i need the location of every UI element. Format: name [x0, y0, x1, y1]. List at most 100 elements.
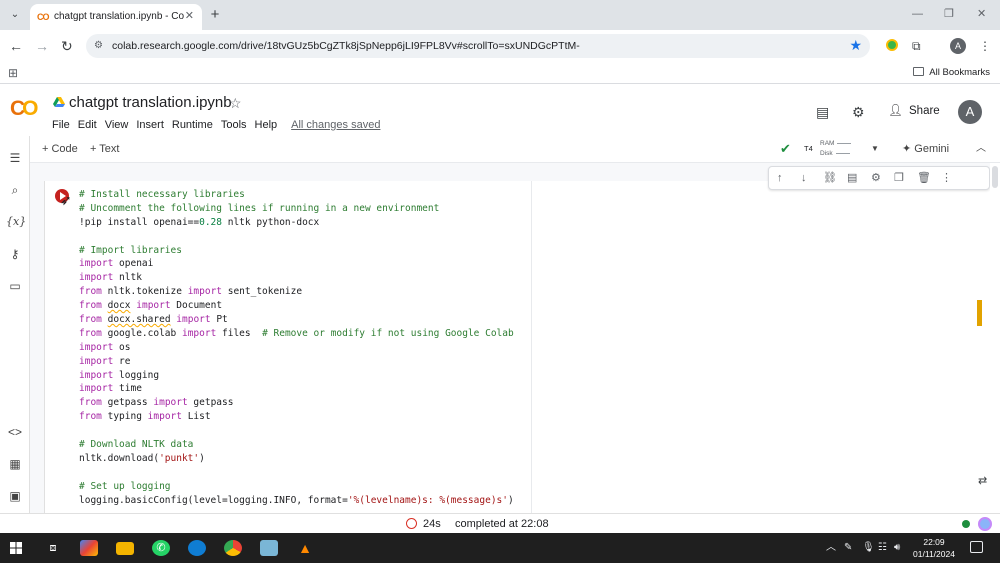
address-bar[interactable]: ⚙ colab.research.google.com/drive/18tvGU…	[86, 34, 870, 58]
menu-tools[interactable]: Tools	[221, 117, 247, 133]
apps-grid-icon[interactable]: ⊞	[8, 66, 18, 80]
table-of-contents-icon[interactable]: ☰	[6, 150, 24, 166]
profile-avatar[interactable]: A	[950, 38, 966, 54]
notebook-title[interactable]: chatgpt translation.ipynb	[69, 94, 232, 112]
all-bookmarks-button[interactable]: All Bookmarks	[913, 66, 990, 80]
file-explorer-icon[interactable]	[116, 542, 134, 555]
menu-edit[interactable]: Edit	[78, 117, 97, 133]
settings-gear-icon[interactable]: ⚙	[852, 104, 865, 120]
close-tab-icon[interactable]: ✕	[185, 9, 194, 23]
menu-help[interactable]: Help	[255, 117, 278, 133]
task-view-icon[interactable]: ⧈	[44, 540, 62, 556]
code-line: import time	[79, 383, 142, 395]
gemini-orb-icon[interactable]	[978, 517, 992, 531]
files-folder-icon[interactable]: ▭	[6, 278, 24, 294]
runtime-type[interactable]: T4	[804, 144, 813, 154]
more-options-icon[interactable]: ⋮	[941, 171, 952, 185]
browser-menu-icon[interactable]: ⋮	[979, 38, 991, 54]
site-info-icon[interactable]: ⚙	[94, 39, 103, 53]
url-text: colab.research.google.com/drive/18tvGUz5…	[112, 40, 580, 52]
move-up-icon[interactable]: ↑	[777, 171, 783, 185]
code-line: from google.colab import files # Remove …	[79, 327, 514, 339]
gemini-sparkle-icon: ✦	[902, 143, 912, 155]
new-tab-button[interactable]: +	[206, 6, 224, 24]
code-line: import logging	[79, 369, 160, 381]
browser-tab[interactable]: CO chatgpt translation.ipynb - Cola ✕	[30, 4, 202, 30]
scroll-position-marker	[977, 300, 982, 326]
menu-file[interactable]: File	[52, 117, 70, 133]
colab-header: CO chatgpt translation.ipynb ☆ File Edit…	[0, 84, 1000, 136]
volume-icon[interactable]: 🔊︎	[894, 541, 900, 555]
tray-chevron-icon[interactable]: ︿	[826, 541, 836, 555]
minimize-icon[interactable]: —	[912, 6, 923, 22]
command-palette-icon[interactable]: ▦	[6, 456, 24, 472]
account-avatar[interactable]: A	[958, 100, 982, 124]
back-icon[interactable]: ←	[9, 38, 23, 54]
restore-icon[interactable]: ❐	[944, 6, 954, 22]
execution-status[interactable]: completed at 22:08	[455, 517, 549, 531]
gemini-button[interactable]: ✦ Gemini	[902, 142, 949, 156]
chrome-icon[interactable]	[224, 540, 242, 556]
google-drive-icon	[53, 97, 65, 107]
search-icon[interactable]: ⌕	[6, 182, 24, 198]
notifications-icon[interactable]	[970, 541, 983, 553]
forward-icon[interactable]: →	[35, 38, 49, 54]
terminal-icon[interactable]: ▣	[6, 488, 24, 504]
floating-swap-icon[interactable]: ⇄	[978, 474, 987, 488]
disk-bar	[835, 152, 850, 154]
share-people-icon: 👤︎	[888, 105, 903, 117]
add-text-button[interactable]: + Text	[90, 142, 119, 156]
comments-icon[interactable]: ▤	[816, 104, 829, 120]
colab-logo[interactable]: CO	[10, 98, 44, 120]
notepad-icon[interactable]	[260, 540, 278, 556]
cell-settings-icon[interactable]: ⚙	[871, 171, 881, 185]
vlc-icon[interactable]: ▲	[296, 540, 314, 556]
execution-elapsed[interactable]: 24s	[423, 517, 441, 531]
delete-icon[interactable]: 🗑︎	[917, 171, 931, 185]
secrets-key-icon[interactable]: ⚷	[6, 246, 24, 262]
code-line: from docx.shared import Pt	[79, 314, 228, 326]
add-code-label: Code	[51, 143, 78, 155]
editor-ruler	[531, 181, 532, 513]
menu-insert[interactable]: Insert	[136, 117, 164, 133]
copilot-icon[interactable]	[80, 540, 98, 556]
move-down-icon[interactable]: ↓	[801, 171, 807, 185]
extensions-puzzle-icon[interactable]: ⧉	[912, 38, 921, 54]
code-cell[interactable]: # Install necessary libraries # Uncomment…	[44, 181, 990, 513]
code-snippets-icon[interactable]: <>	[6, 424, 24, 440]
tab-search-icon[interactable]: ⌄	[6, 6, 24, 24]
scrollbar-thumb[interactable]	[992, 166, 998, 188]
network-icon[interactable]: ☷	[878, 541, 887, 555]
close-window-icon[interactable]: ✕	[977, 6, 986, 22]
add-code-button[interactable]: + Code	[42, 142, 78, 156]
all-bookmarks-label: All Bookmarks	[929, 67, 990, 78]
mirror-cell-icon[interactable]: ❐	[894, 171, 904, 185]
code-line: import os	[79, 341, 131, 353]
taskbar-clock[interactable]: 22:09 01/11/2024	[906, 536, 962, 560]
whatsapp-icon[interactable]: ✆	[152, 540, 170, 556]
edge-icon[interactable]	[188, 540, 206, 556]
star-notebook-icon[interactable]: ☆	[229, 94, 242, 112]
menu-runtime[interactable]: Runtime	[172, 117, 213, 133]
comment-icon[interactable]: ▤	[847, 171, 857, 185]
collapse-header-icon[interactable]: ︿	[976, 142, 986, 156]
windows-start-icon[interactable]	[10, 542, 22, 554]
save-status[interactable]: All changes saved	[291, 117, 380, 133]
runtime-dropdown-icon[interactable]: ▼	[871, 143, 879, 155]
link-icon[interactable]: ⛓	[823, 171, 837, 185]
extension-icon[interactable]	[886, 39, 898, 51]
code-line: # Uncomment the following lines if runni…	[79, 202, 440, 214]
bookmark-star-icon[interactable]: ★	[849, 37, 862, 53]
menu-view[interactable]: View	[105, 117, 129, 133]
tab-title: chatgpt translation.ipynb - Cola	[54, 11, 184, 22]
reload-icon[interactable]: ↻	[61, 38, 73, 54]
code-line: # Import libraries	[79, 244, 182, 256]
resource-monitor[interactable]: RAM Disk	[820, 139, 852, 159]
variables-icon[interactable]: {x}	[6, 214, 26, 230]
pen-icon[interactable]: ✎	[844, 541, 852, 555]
scrollbar[interactable]	[990, 163, 1000, 513]
microphone-icon[interactable]: 🎙︎	[862, 541, 875, 555]
connected-dot	[962, 520, 970, 528]
share-button[interactable]: 👤︎ Share	[888, 102, 940, 120]
